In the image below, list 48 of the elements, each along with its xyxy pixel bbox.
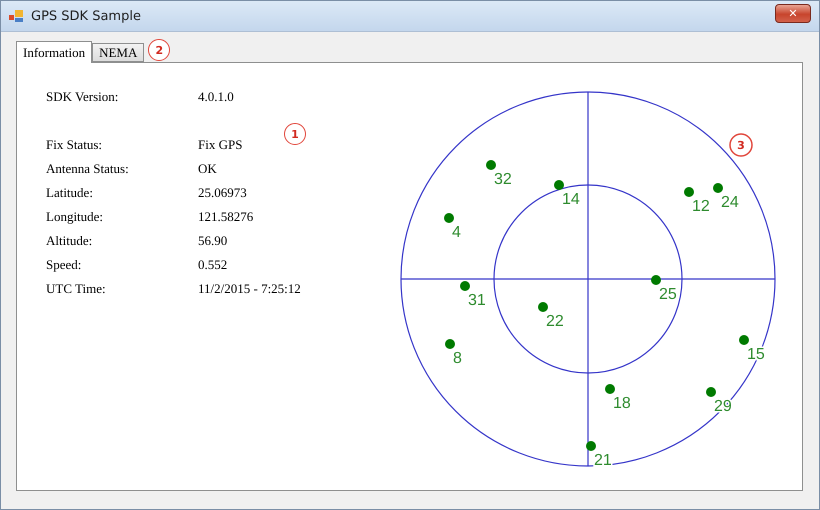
- field-value: 56.90: [198, 233, 228, 250]
- callout-marker: 1: [284, 123, 306, 145]
- field-value: Fix GPS: [198, 137, 244, 154]
- close-button[interactable]: ✕: [775, 4, 811, 22]
- field-label: Longitude:: [46, 209, 104, 226]
- satellite-label: 18: [613, 395, 631, 412]
- app-icon: [9, 10, 23, 22]
- field-value: 11/2/2015 - 7:25:12: [198, 281, 302, 298]
- field-value: 121.58276: [198, 209, 254, 226]
- tab[interactable]: Information: [16, 41, 92, 63]
- satellite-label: 32: [494, 171, 512, 188]
- field-label: Fix Status:: [46, 137, 103, 154]
- field-label: Antenna Status:: [46, 161, 130, 178]
- satellite-dot: [713, 183, 723, 193]
- tab[interactable]: NEMA: [92, 43, 144, 62]
- satellite-dot: [538, 302, 548, 312]
- satellite-label: 8: [453, 350, 462, 367]
- satellite-dot: [684, 187, 694, 197]
- callout-marker: 2: [148, 39, 170, 61]
- window-title: GPS SDK Sample: [31, 8, 142, 24]
- satellite-label: 31: [468, 292, 486, 309]
- field-label: UTC Time:: [46, 281, 107, 298]
- field-label: Speed:: [46, 257, 82, 274]
- field-label: SDK Version:: [46, 89, 120, 106]
- satellite-dot: [486, 160, 496, 170]
- satellite-dot: [460, 281, 470, 291]
- satellite-label: 14: [562, 191, 580, 208]
- satellite-dot: [706, 387, 716, 397]
- satellite-label: 21: [594, 452, 612, 469]
- field-label: Altitude:: [46, 233, 94, 250]
- field-value: 25.06973: [198, 185, 248, 202]
- satellite-label: 22: [546, 313, 564, 330]
- satellite-label: 12: [692, 198, 710, 215]
- satellite-dot: [444, 213, 454, 223]
- satellite-dot: [605, 384, 615, 394]
- callout-marker: 3: [729, 133, 753, 157]
- satellite-dot: [651, 275, 661, 285]
- field-value: 0.552: [198, 257, 228, 274]
- satellite-dot: [445, 339, 455, 349]
- satellite-label: 25: [659, 286, 677, 303]
- field-value: 4.0.1.0: [198, 89, 235, 106]
- satellite-label: 4: [452, 224, 461, 241]
- satellite-dot: [739, 335, 749, 345]
- field-value: OK: [198, 161, 218, 178]
- satellite-label: 24: [721, 194, 739, 211]
- satellite-dot: [554, 180, 564, 190]
- field-label: Latitude:: [46, 185, 94, 202]
- satellite-dot: [586, 441, 596, 451]
